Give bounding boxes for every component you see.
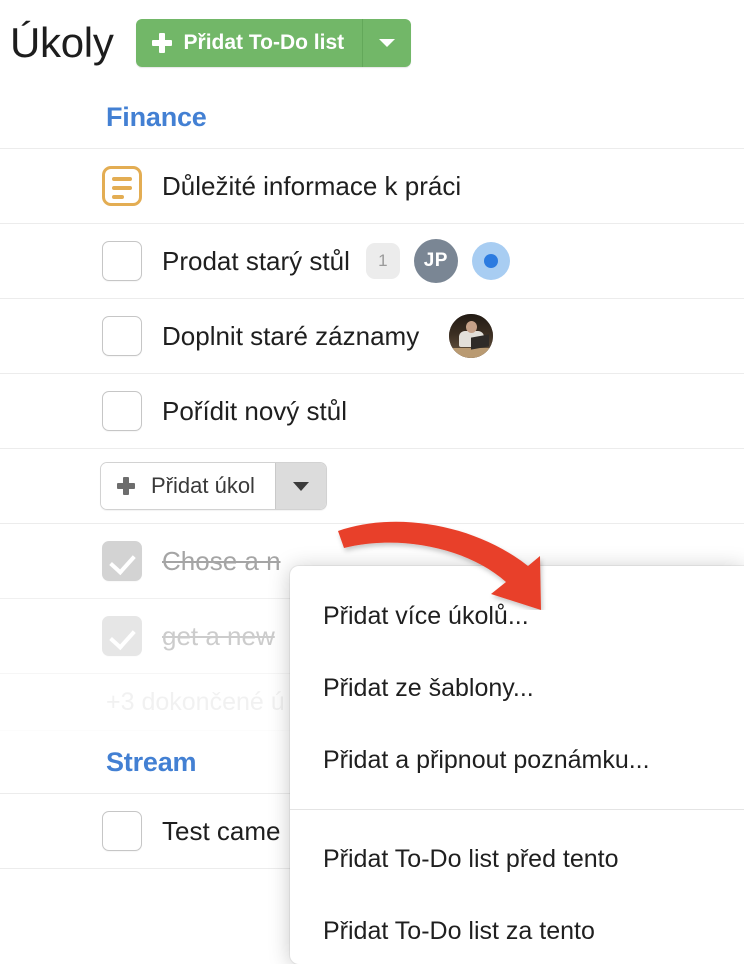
add-task-label: Přidat úkol — [151, 473, 255, 498]
note-document-icon — [102, 166, 142, 206]
checkbox-unchecked-icon[interactable] — [102, 316, 142, 356]
plus-icon — [117, 477, 135, 495]
list-item-meta — [435, 314, 494, 358]
checkbox-unchecked-icon[interactable] — [102, 391, 142, 431]
menu-item-add-multiple-tasks[interactable]: Přidat více úkolů... — [290, 580, 744, 652]
section-header-finance[interactable]: Finance — [0, 86, 744, 148]
section-title: Finance — [106, 101, 207, 132]
add-todo-list-dropdown-toggle[interactable] — [362, 19, 412, 67]
list-item-label: Prodat starý stůl — [162, 245, 350, 276]
chevron-down-icon — [292, 481, 309, 491]
list-item[interactable]: Prodat starý stůl 1 JP — [0, 224, 744, 298]
menu-item-add-from-template[interactable]: Přidat ze šablony... — [290, 652, 744, 724]
add-task-button-group[interactable]: Přidat úkol — [100, 462, 327, 510]
add-task-dropdown-toggle[interactable] — [274, 463, 326, 509]
menu-item-add-todo-list-after[interactable]: Přidat To-Do list za tento — [290, 895, 744, 964]
list-item-label: Test came — [162, 815, 281, 846]
tracking-record-icon[interactable] — [471, 242, 510, 280]
list-item[interactable]: Důležité informace k práci — [0, 149, 744, 223]
checkbox-unchecked-icon[interactable] — [102, 241, 142, 281]
avatar[interactable] — [449, 314, 494, 358]
list-item[interactable]: Pořídit nový stůl — [0, 374, 744, 448]
comment-count-badge[interactable]: 1 — [365, 243, 400, 279]
chevron-down-icon — [379, 39, 396, 47]
list-item-label: Doplnit staré záznamy — [162, 320, 420, 351]
list-item-meta: 1 JP — [365, 239, 510, 283]
menu-item-add-todo-list-before[interactable]: Přidat To-Do list před tento — [290, 823, 744, 895]
add-todo-list-button-group[interactable]: Přidat To-Do list — [135, 19, 412, 67]
menu-separator — [290, 809, 744, 810]
plus-icon — [151, 33, 172, 53]
page-title: Úkoly — [10, 19, 114, 66]
avatar[interactable]: JP — [413, 239, 458, 283]
page-header: Úkoly Přidat To-Do list — [0, 0, 744, 86]
add-task-button[interactable]: Přidat úkol — [101, 463, 275, 509]
section-title: Stream — [106, 746, 197, 777]
checkbox-unchecked-icon[interactable] — [102, 811, 142, 851]
add-task-row: Přidat úkol — [0, 449, 744, 523]
menu-item-add-and-pin-note[interactable]: Přidat a připnout poznámku... — [290, 724, 744, 796]
list-item-label: Chose a n — [162, 545, 281, 576]
add-task-dropdown-menu: Přidat více úkolů... Přidat ze šablony..… — [290, 566, 744, 964]
add-todo-list-button[interactable]: Přidat To-Do list — [135, 19, 363, 67]
list-item-label: get a new — [162, 620, 275, 651]
list-item-label: Důležité informace k práci — [162, 170, 462, 201]
list-item-label: Pořídit nový stůl — [162, 395, 347, 426]
list-item[interactable]: Doplnit staré záznamy — [0, 299, 744, 373]
checkbox-checked-icon[interactable] — [102, 541, 142, 581]
add-todo-list-label: Přidat To-Do list — [183, 31, 345, 54]
checkbox-checked-icon[interactable] — [102, 616, 142, 656]
